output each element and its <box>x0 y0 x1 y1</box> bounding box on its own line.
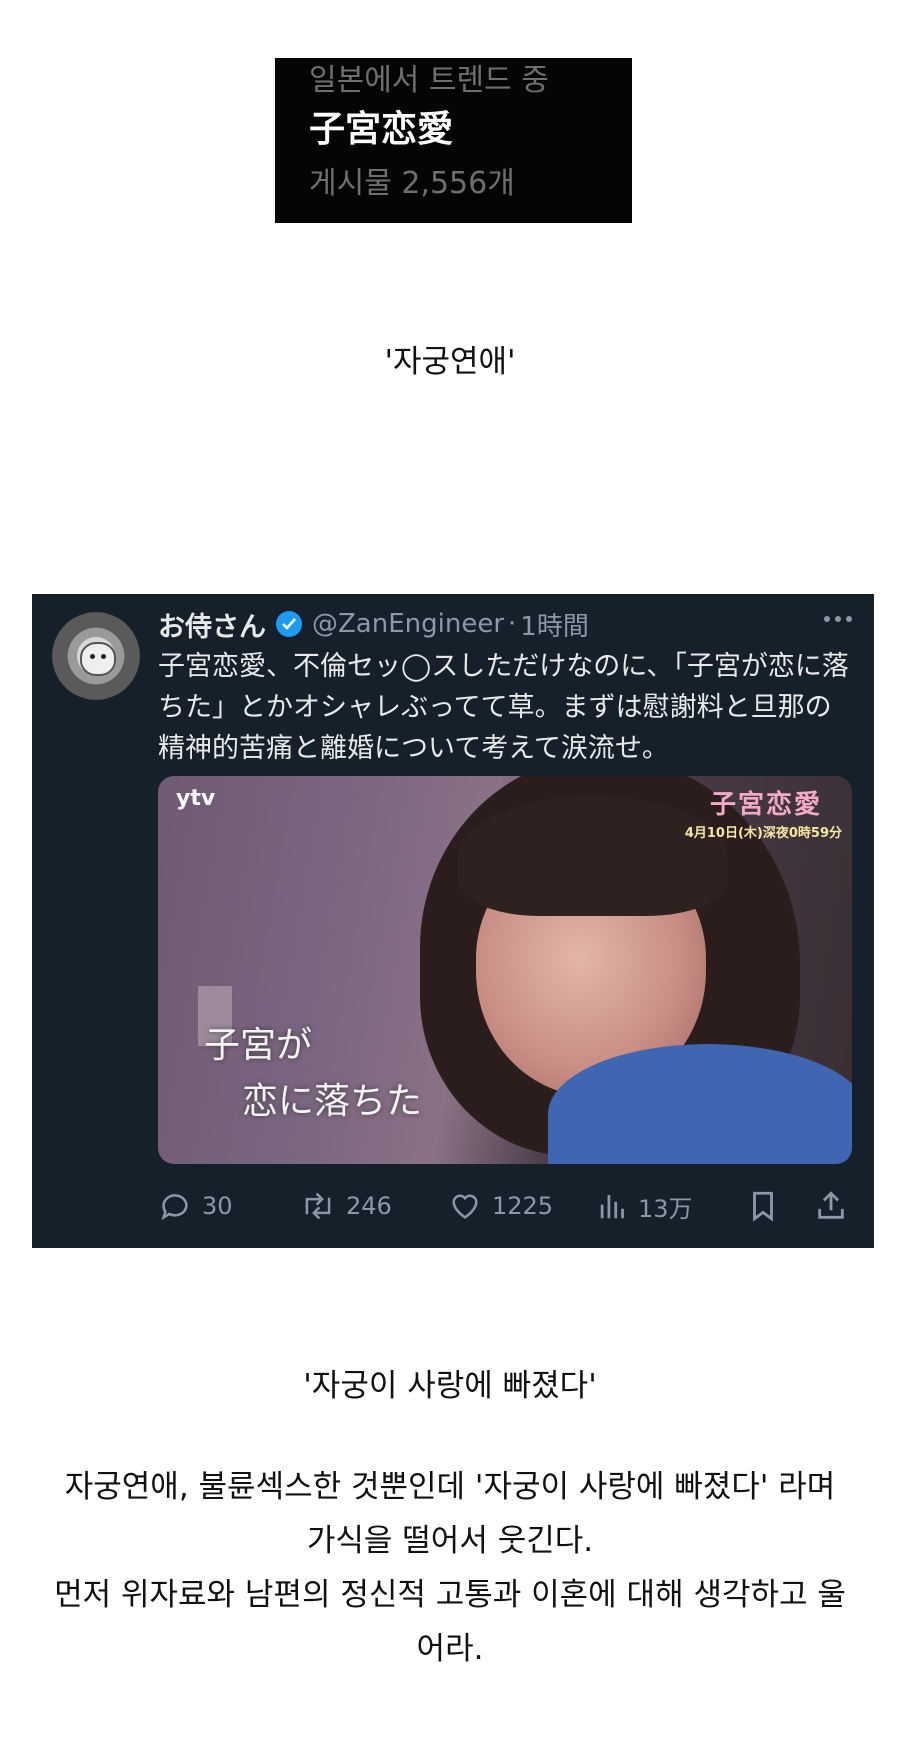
subtitle-line-1: 子宮が <box>204 1025 313 1066</box>
paragraph-line: 어라. <box>416 1631 484 1667</box>
cat-face-icon <box>80 642 116 676</box>
like-count: 1225 <box>492 1192 554 1220</box>
bookmark-button[interactable] <box>748 1186 788 1226</box>
like-button[interactable]: 1225 <box>448 1186 553 1226</box>
separator-dot: · <box>508 609 517 639</box>
share-button[interactable] <box>814 1186 858 1226</box>
verified-badge-icon <box>276 611 302 637</box>
share-icon <box>818 1191 844 1219</box>
views-button[interactable]: 13万 <box>598 1186 693 1226</box>
heart-icon <box>452 1194 478 1219</box>
analytics-icon <box>600 1195 624 1219</box>
reply-icon <box>161 1194 188 1221</box>
paragraph-line: 가식을 떨어서 웃긴다. <box>306 1523 594 1559</box>
display-name[interactable]: お侍さん <box>158 605 266 644</box>
caption-1: '자궁연애' <box>384 344 516 380</box>
tweet-card[interactable]: お侍さん @ZanEngineer · 1時間 子宮恋愛、不倫セッ◯スしただけな… <box>32 594 874 1248</box>
retweet-button[interactable]: 246 <box>300 1186 392 1226</box>
subtitle-line-2: 恋に落ちた <box>242 1081 423 1122</box>
trend-title: 子宮恋愛 <box>309 109 454 150</box>
tweet-media-image[interactable]: ytv 子宮恋愛 4月10日(木)深夜0時59分 子宮が 恋に落ちた <box>158 776 852 1164</box>
trend-card: 일본에서 트렌드 중 子宮恋愛 게시물 2,556개 <box>275 58 632 223</box>
caption-2: '자궁이 사랑에 빠졌다' <box>303 1368 597 1404</box>
view-count: 13万 <box>638 1194 693 1223</box>
tweet-actions: 30 246 1225 13万 <box>158 1186 858 1226</box>
bookmark-icon <box>753 1191 773 1222</box>
translation-paragraph: 자궁연애, 불륜섹스한 것뿐인데 '자궁이 사랑에 빠졌다' 라며 가식을 떨어… <box>0 1460 900 1676</box>
timestamp[interactable]: 1時間 <box>520 606 589 643</box>
channel-logo: ytv <box>176 786 216 811</box>
retweet-count: 246 <box>346 1192 392 1220</box>
user-handle[interactable]: @ZanEngineer <box>312 609 504 639</box>
reply-count: 30 <box>202 1192 233 1220</box>
paragraph-line: 자궁연애, 불륜섹스한 것뿐인데 '자궁이 사랑에 빠졌다' 라며 <box>64 1469 836 1505</box>
bangs-shape <box>458 796 728 916</box>
show-title-overlay: 子宮恋愛 <box>709 790 822 820</box>
tweet-header: お侍さん @ZanEngineer · 1時間 <box>158 604 589 644</box>
paragraph-line: 먼저 위자료와 남편의 정신적 고통과 이혼에 대해 생각하고 울 <box>54 1577 846 1613</box>
trend-post-count: 게시물 2,556개 <box>309 166 515 201</box>
show-date-overlay: 4月10日(木)深夜0時59分 <box>684 826 842 841</box>
avatar[interactable] <box>52 612 140 700</box>
trend-location-label: 일본에서 트렌드 중 <box>309 63 549 98</box>
tweet-text: 子宮恋愛、不倫セッ◯スしただけなのに、「子宮が恋に落ちた」とかオシャレぶってて草… <box>158 651 849 764</box>
more-options-icon[interactable] <box>824 616 852 622</box>
retweet-icon <box>305 1192 331 1220</box>
reply-button[interactable]: 30 <box>158 1186 233 1226</box>
